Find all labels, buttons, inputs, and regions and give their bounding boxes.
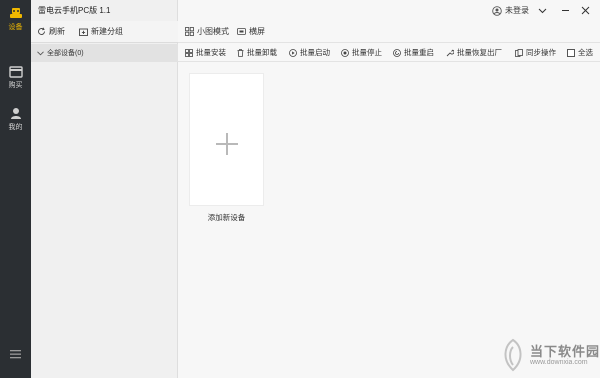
view-toolbar: 小图模式 横屏 (178, 21, 600, 43)
batch-start-button[interactable]: 批量启动 (289, 47, 330, 58)
watermark-logo-icon (504, 338, 522, 372)
batch-factory-reset-button[interactable]: 批量恢复出厂 (446, 47, 502, 58)
settings-icon[interactable] (538, 6, 547, 15)
batch-restart-label: 批量重启 (404, 48, 434, 57)
watermark-url: www.downxia.com (530, 359, 588, 366)
app-title: 雷电云手机PC版 1.1 (38, 6, 111, 15)
batch-restart-button[interactable]: 批量重启 (393, 47, 434, 58)
small-view-mode-label: 小图模式 (197, 27, 229, 36)
refresh-button[interactable]: 刷新 (37, 26, 65, 37)
wrench-icon (446, 49, 454, 56)
add-device-card[interactable] (189, 73, 264, 206)
new-group-button[interactable]: 新建分组 (79, 26, 123, 37)
batch-install-label: 批量安装 (196, 48, 226, 57)
trash-icon (237, 48, 244, 57)
batch-stop-label: 批量停止 (352, 48, 382, 57)
landscape-icon (237, 28, 246, 35)
title-bar: 雷电云手机PC版 1.1 未登录 (0, 0, 600, 21)
apps-icon (185, 48, 193, 57)
chevron-down-icon (37, 50, 44, 55)
refresh-icon (38, 27, 45, 35)
refresh-label: 刷新 (49, 27, 65, 36)
play-icon (289, 48, 297, 57)
select-all-checkbox[interactable]: 全选 (567, 47, 593, 58)
batch-stop-button[interactable]: 批量停止 (341, 47, 382, 58)
login-status[interactable]: 未登录 (492, 5, 529, 16)
left-nav: 设备 购买 我的 (0, 0, 31, 378)
checkbox-box (567, 48, 575, 57)
nav-label-profile: 我的 (8, 124, 23, 131)
hamburger-icon[interactable] (10, 349, 21, 359)
small-view-mode-button[interactable]: 小图模式 (185, 26, 229, 37)
landscape-label: 横屏 (249, 27, 265, 36)
folder-add-icon (79, 28, 88, 36)
select-all-label: 全选 (578, 48, 593, 57)
sync-icon (515, 48, 523, 57)
group-row-all-devices[interactable]: 全部设备(0) (31, 44, 178, 62)
add-device-label: 添加新设备 (207, 213, 246, 222)
sync-operation-label: 同步操作 (526, 48, 556, 57)
nav-item-purchase[interactable]: 购买 (0, 66, 31, 102)
new-group-label: 新建分组 (91, 27, 123, 36)
restart-icon (393, 48, 401, 57)
batch-actions-bar: 批量安装 批量卸载 批量启动 批量停止 批量重启 批量恢复出厂 同步操作 全选 (178, 43, 600, 62)
sync-operation-button[interactable]: 同步操作 (515, 47, 556, 58)
login-label: 未登录 (505, 6, 529, 15)
batch-uninstall-button[interactable]: 批量卸载 (237, 47, 277, 58)
minimize-icon[interactable] (561, 6, 570, 15)
stop-icon (341, 48, 349, 57)
grid-icon (185, 27, 194, 36)
nav-label-purchase: 购买 (8, 82, 23, 89)
group-name: 全部设备(0) (47, 50, 84, 57)
purchase-icon (8, 66, 23, 78)
nav-item-profile[interactable]: 我的 (0, 107, 31, 143)
landscape-button[interactable]: 横屏 (237, 26, 265, 37)
batch-factory-reset-label: 批量恢复出厂 (457, 48, 502, 57)
group-toolbar: 刷新 新建分组 (31, 21, 178, 43)
profile-icon (10, 108, 21, 119)
batch-uninstall-label: 批量卸载 (247, 48, 277, 57)
batch-start-label: 批量启动 (300, 48, 330, 57)
close-icon[interactable] (581, 6, 590, 15)
watermark-title: 当下软件园 (530, 344, 600, 359)
user-icon (492, 5, 502, 16)
nav-label-device: 设备 (8, 24, 23, 31)
batch-install-button[interactable]: 批量安装 (185, 47, 226, 58)
